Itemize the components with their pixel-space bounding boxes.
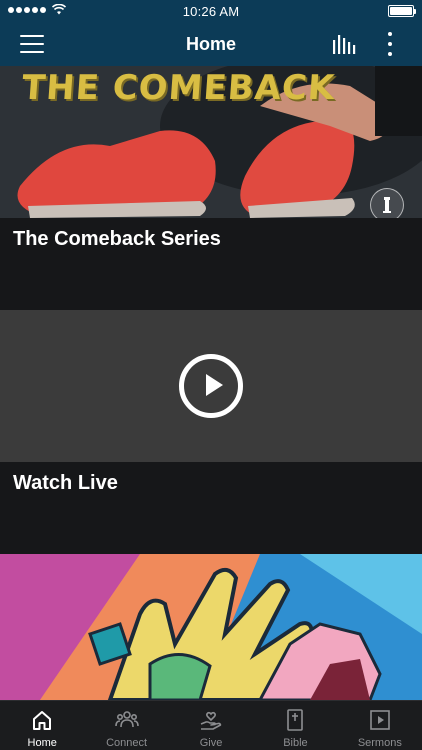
audio-bars-icon[interactable] — [332, 34, 356, 54]
card-image — [0, 554, 422, 700]
content-feed: THE COMEBACK The Comeback Series Watch L… — [0, 66, 422, 700]
card-comeback-series[interactable]: THE COMEBACK The Comeback Series — [0, 66, 422, 310]
menu-button[interactable] — [20, 35, 44, 53]
play-icon[interactable] — [179, 354, 243, 418]
lighthouse-logo-icon — [370, 188, 404, 218]
status-time: 10:26 AM — [182, 3, 240, 19]
tab-home[interactable]: Home — [0, 701, 84, 750]
tab-label: Connect — [106, 737, 148, 749]
card-image-title: THE COMEBACK — [20, 68, 337, 108]
bible-icon — [287, 709, 304, 731]
card-title: The Comeback Series — [13, 228, 221, 250]
battery-icon — [388, 5, 416, 17]
card-watch-live[interactable]: Watch Live — [0, 310, 422, 554]
page-title: Home — [185, 33, 236, 54]
tab-connect[interactable]: Connect — [84, 701, 168, 750]
card-caption: The Comeback Series — [0, 218, 422, 310]
card-caption: Watch Live — [0, 462, 422, 554]
tab-bible[interactable]: Bible — [253, 701, 337, 750]
status-bar: 10:26 AM — [0, 0, 422, 22]
more-options-button[interactable] — [386, 32, 394, 56]
tab-label: Bible — [283, 737, 308, 749]
status-left — [8, 4, 66, 15]
colorful-hand-artwork — [0, 554, 422, 700]
tab-label: Give — [199, 737, 223, 749]
card-artwork[interactable] — [0, 554, 422, 700]
people-icon — [114, 711, 139, 728]
card-image: THE COMEBACK — [0, 66, 422, 218]
tab-label: Sermons — [357, 737, 402, 749]
navigation-bar: Home — [0, 22, 422, 66]
wifi-icon — [52, 4, 66, 15]
tab-give[interactable]: Give — [169, 701, 253, 750]
card-title: Watch Live — [13, 472, 118, 494]
tab-bar: Home Connect Give Bible Sermons — [0, 700, 422, 750]
tab-label: Home — [27, 737, 57, 749]
signal-strength-icon — [8, 6, 46, 13]
tab-sermons[interactable]: Sermons — [338, 701, 422, 750]
video-play-icon — [370, 710, 390, 730]
give-heart-hand-icon — [200, 711, 222, 730]
home-icon — [33, 711, 52, 730]
video-thumbnail — [0, 310, 422, 462]
